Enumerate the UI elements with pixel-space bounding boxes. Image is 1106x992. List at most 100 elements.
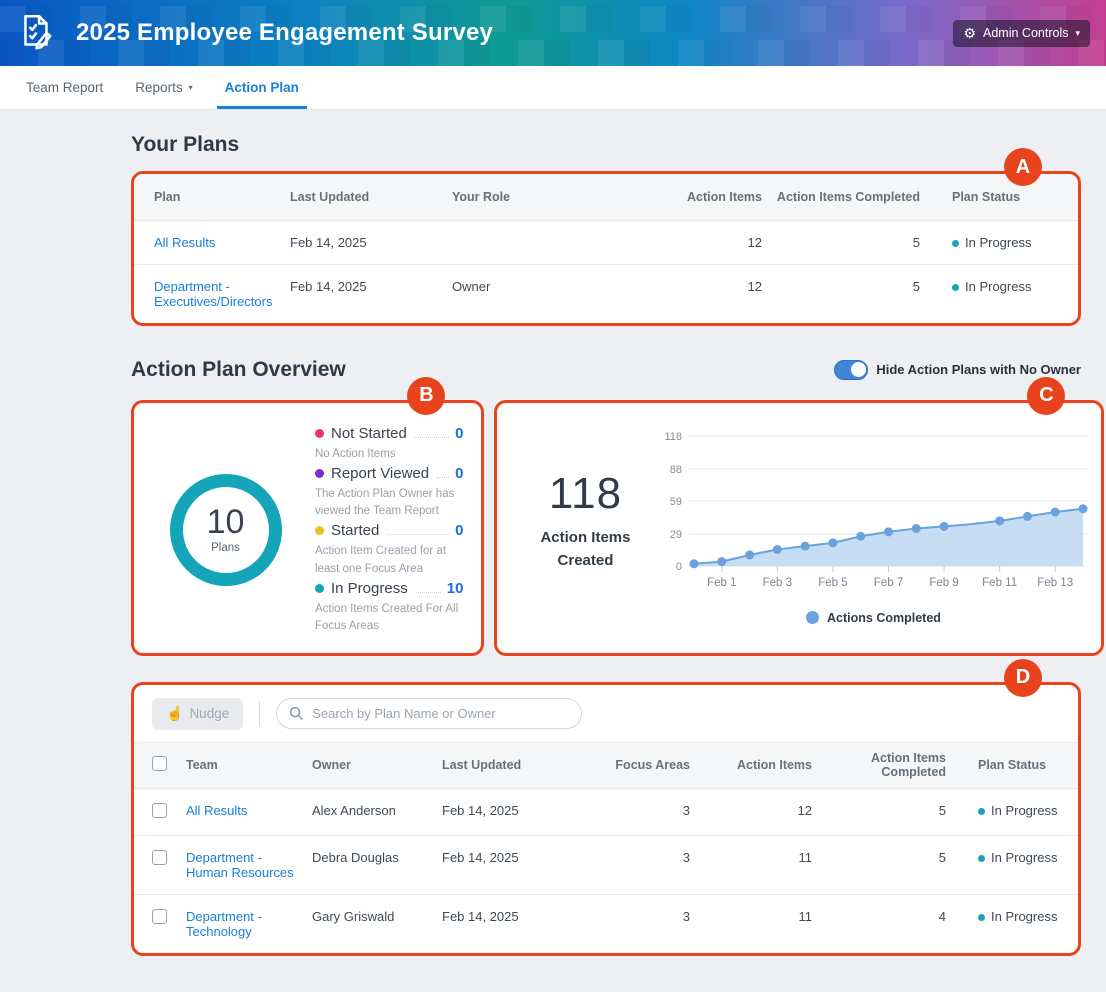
main-nav: Team Report Reports ▾ Action Plan — [0, 66, 1106, 110]
nudge-hand-icon: ☝ — [166, 705, 184, 721]
role-cell — [448, 220, 648, 265]
col-action-items-completed: Action Items Completed — [766, 174, 924, 221]
focus-areas-cell: 3 — [568, 788, 694, 836]
status-legend-description: Action Items Created For All Focus Areas — [315, 602, 459, 632]
row-checkbox[interactable] — [152, 802, 167, 818]
completed-cell: 5 — [816, 835, 950, 895]
completed-cell: 5 — [912, 278, 920, 294]
svg-text:59: 59 — [670, 496, 682, 508]
col-last-updated: Last Updated — [286, 174, 448, 221]
annotation-badge-b: B — [407, 376, 446, 415]
status-legend-value: 0 — [455, 424, 464, 442]
last-updated-cell: Feb 14, 2025 — [438, 788, 568, 836]
your-plans-table: Plan Last Updated Your Role Action Items… — [134, 174, 1078, 323]
dotted-leader — [414, 436, 450, 438]
status-legend-item: Not Started 0 No Action Items — [315, 425, 463, 463]
all-plans-table: Team Owner Last Updated Focus Areas Acti… — [134, 741, 1078, 953]
status-cell: In Progress — [950, 894, 1078, 953]
all-plans-card: D ☝ Nudge Team Owner Last Update — [131, 658, 1081, 956]
survey-document-logo-icon — [24, 14, 52, 50]
tab-team-report[interactable]: Team Report — [10, 66, 119, 109]
plan-row: All Results Alex Anderson Feb 14, 2025 3… — [134, 788, 1078, 836]
search-box — [276, 698, 583, 729]
team-link[interactable]: Department - Technology — [186, 909, 262, 939]
your-plans-row: All Results Feb 14, 2025 12 5 In Progres… — [134, 220, 1078, 265]
your-plans-header-row: Plan Last Updated Your Role Action Items… — [134, 174, 1078, 221]
row-checkbox[interactable] — [152, 849, 167, 865]
role-cell: Owner — [452, 278, 491, 294]
col-action-items-completed: Action Items Completed — [816, 741, 950, 789]
team-link[interactable]: All Results — [186, 803, 247, 818]
plan-link[interactable]: Department - Executives/Directors — [154, 279, 272, 309]
nudge-button[interactable]: ☝ Nudge — [152, 697, 244, 730]
status-dot — [978, 913, 985, 921]
status-legend-label: Report Viewed — [331, 464, 430, 482]
toggle-label: Hide Action Plans with No Owner — [876, 362, 1081, 377]
action-items-cell: 12 — [648, 220, 766, 265]
plan-row: Department - Technology Gary Griswald Fe… — [134, 894, 1078, 953]
status-legend-dot — [315, 468, 324, 478]
col-plan: Plan — [134, 174, 286, 221]
toolbar-divider — [259, 701, 261, 726]
team-link[interactable]: Department - Human Resources — [186, 850, 294, 880]
status-dot — [978, 854, 985, 862]
status-legend-value: 0 — [455, 522, 464, 540]
status-legend-item: Started 0 Action Item Created for at lea… — [315, 522, 463, 578]
action-items-created-value: 118 — [548, 469, 623, 518]
chevron-down-icon: ▾ — [1075, 27, 1080, 38]
status-dot — [952, 283, 959, 291]
svg-text:Feb 9: Feb 9 — [930, 577, 959, 589]
status-legend-description: No Action Items — [315, 447, 396, 460]
plan-row: Department - Human Resources Debra Dougl… — [134, 835, 1078, 895]
hide-no-owner-toggle[interactable] — [834, 359, 869, 380]
status-legend-label: Not Started — [331, 424, 407, 442]
last-updated-cell: Feb 14, 2025 — [442, 908, 519, 924]
owner-cell: Alex Anderson — [308, 788, 438, 836]
annotation-badge-d: D — [1004, 658, 1042, 697]
dotted-leader — [437, 476, 450, 478]
svg-text:29: 29 — [670, 529, 682, 541]
col-action-items: Action Items — [648, 174, 766, 221]
tab-reports[interactable]: Reports ▾ — [119, 66, 208, 109]
svg-text:Feb 3: Feb 3 — [763, 577, 792, 589]
svg-text:118: 118 — [665, 431, 683, 443]
status-legend-description: Action Item Created for at least one Foc… — [315, 545, 447, 575]
admin-controls-label: Admin Controls — [983, 26, 1069, 40]
svg-text:Feb 13: Feb 13 — [1038, 577, 1074, 589]
select-all-checkbox[interactable] — [152, 756, 167, 771]
status-legend-value: 0 — [455, 464, 464, 482]
col-plan-status: Plan Status — [950, 741, 1078, 789]
status-legend-value: 10 — [446, 579, 464, 597]
status-legend-dot — [315, 583, 324, 593]
status-legend-dot — [315, 428, 324, 438]
your-plans-row: Department - Executives/Directors Feb 14… — [134, 264, 1078, 323]
your-plans-annotation-box: A Plan Last Updated Your Role Action Ite… — [131, 148, 1081, 326]
col-last-updated: Last Updated — [438, 741, 568, 789]
action-items-cell: 12 — [747, 278, 762, 294]
last-updated-cell: Feb 14, 2025 — [290, 278, 367, 294]
svg-text:0: 0 — [676, 561, 682, 573]
row-checkbox[interactable] — [152, 908, 167, 924]
legend-dot-icon — [806, 611, 820, 624]
tab-action-plan[interactable]: Action Plan — [209, 66, 315, 109]
col-focus-areas: Focus Areas — [568, 741, 694, 789]
completed-cell: 5 — [766, 220, 924, 265]
status-cell: In Progress — [924, 264, 1078, 323]
page-title: 2025 Employee Engagement Survey — [76, 19, 494, 46]
col-action-items: Action Items — [694, 741, 816, 789]
admin-controls-button[interactable]: ⚙ Admin Controls ▾ — [953, 19, 1090, 47]
plan-link[interactable]: All Results — [154, 235, 215, 250]
status-legend-item: Report Viewed 0 The Action Plan Owner ha… — [315, 465, 463, 521]
svg-text:Feb 5: Feb 5 — [819, 577, 848, 589]
action-items-cell: 11 — [798, 908, 813, 924]
chart-legend: Actions Completed — [655, 611, 1091, 625]
status-cell: In Progress — [950, 835, 1078, 895]
completed-cell: 4 — [938, 908, 946, 924]
owner-cell: Debra Douglas — [308, 835, 438, 895]
action-plan-overview-heading: Action Plan Overview — [131, 357, 346, 381]
your-plans-heading: Your Plans — [131, 133, 240, 156]
search-input[interactable] — [312, 706, 570, 721]
annotation-badge-a: A — [1004, 148, 1042, 186]
gear-icon: ⚙ — [963, 25, 977, 41]
last-updated-cell: Feb 14, 2025 — [438, 835, 568, 895]
